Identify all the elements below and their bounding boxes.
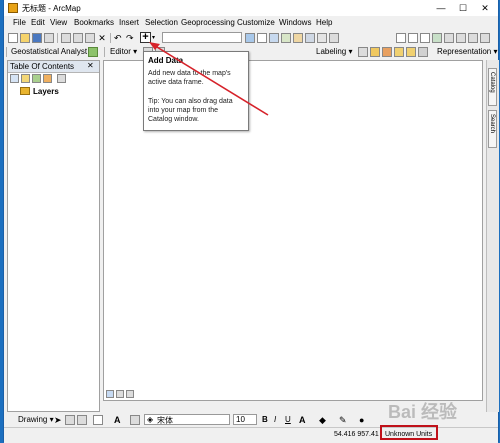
units-highlight-box (380, 425, 438, 440)
watermark: Bai 经验 (388, 402, 458, 422)
annotation-arrow (149, 42, 269, 116)
